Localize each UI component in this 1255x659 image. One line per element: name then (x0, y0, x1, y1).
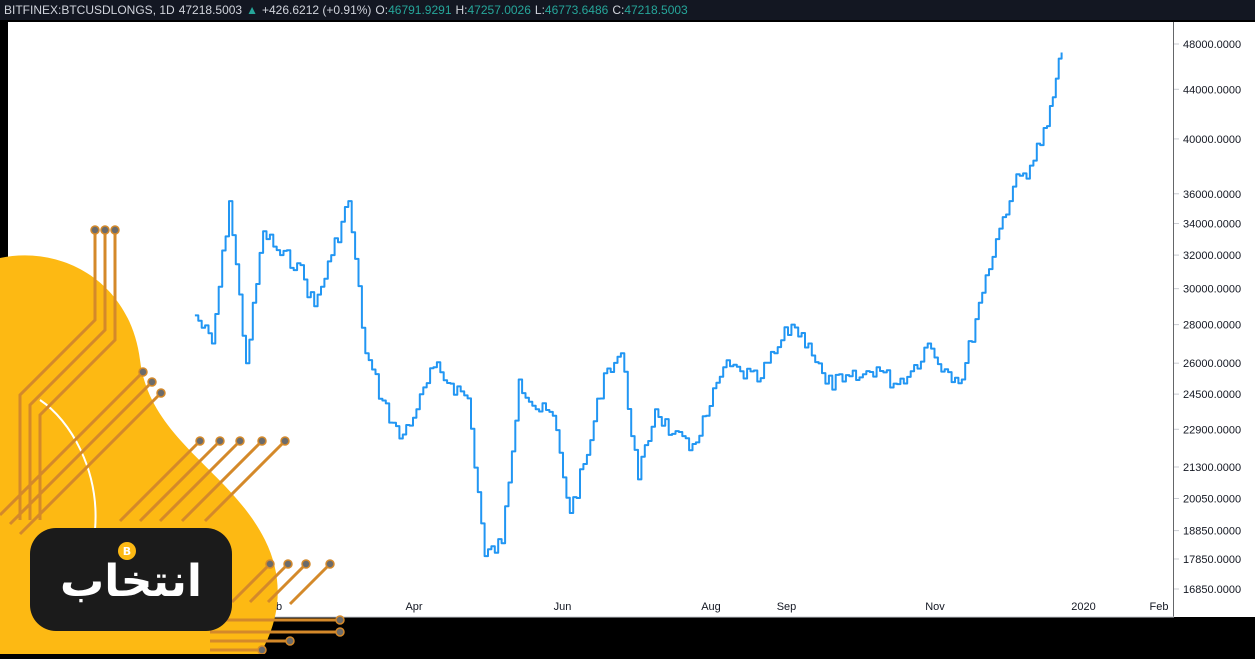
x-tick-label: Sep (777, 601, 797, 613)
y-tick-label: 28000.0000 (1183, 320, 1241, 332)
x-tick-label: Apr (405, 601, 422, 613)
x-tick-label: 2020 (1071, 601, 1095, 613)
y-tick-label: 18850.0000 (1183, 526, 1241, 538)
y-tick-label: 44000.0000 (1183, 84, 1241, 96)
y-tick-label: 30000.0000 (1183, 284, 1241, 296)
symbol-label[interactable]: BITFINEX:BTCUSDLONGS, 1D (4, 3, 175, 17)
y-tick-label: 16850.0000 (1183, 584, 1241, 596)
x-tick-label: Aug (701, 601, 721, 613)
x-tick-label: Jun (554, 601, 572, 613)
y-tick-label: 36000.0000 (1183, 189, 1241, 201)
high-label: H: (455, 3, 468, 17)
low-value: 46773.6486 (544, 3, 609, 17)
x-tick-label: Nov (925, 601, 945, 613)
y-tick-label: 34000.0000 (1183, 219, 1241, 231)
x-tick-label: Feb (1149, 601, 1168, 613)
close-label: C: (612, 3, 625, 17)
high-value: 47257.0026 (467, 3, 531, 17)
up-arrow-icon: ▲ (246, 3, 258, 17)
price-change: +426.6212 (+0.91%) (262, 3, 372, 17)
close-value: 47218.5003 (624, 3, 688, 17)
low-label: L: (534, 3, 545, 17)
y-tick-label: 24500.0000 (1183, 389, 1241, 401)
corner-block (1174, 617, 1255, 654)
bitcoin-icon-letter: B (123, 545, 131, 558)
chart-header: BITFINEX:BTCUSDLONGS, 1D 47218.5003 ▲ +4… (0, 0, 1255, 20)
y-tick-label: 20050.0000 (1183, 493, 1241, 505)
logo-text: انتخاب (60, 556, 202, 607)
price-chart: 48000.0000 44000.0000 40000.0000 36000.0000… (0, 0, 1255, 655)
y-tick-label: 48000.0000 (1183, 39, 1241, 51)
y-tick-label: 26000.0000 (1183, 358, 1241, 370)
y-tick-label: 40000.0000 (1183, 134, 1241, 146)
open-label: O: (375, 3, 389, 17)
last-price: 47218.5003 (178, 3, 243, 17)
y-tick-label: 22900.0000 (1183, 424, 1241, 436)
open-value: 46791.9291 (388, 3, 452, 17)
chart-stage: 48000.0000 44000.0000 40000.0000 36000.0000… (0, 0, 1255, 655)
y-tick-label: 32000.0000 (1183, 250, 1241, 262)
y-tick-label: 21300.0000 (1183, 462, 1241, 474)
y-tick-label: 17850.0000 (1183, 554, 1241, 566)
